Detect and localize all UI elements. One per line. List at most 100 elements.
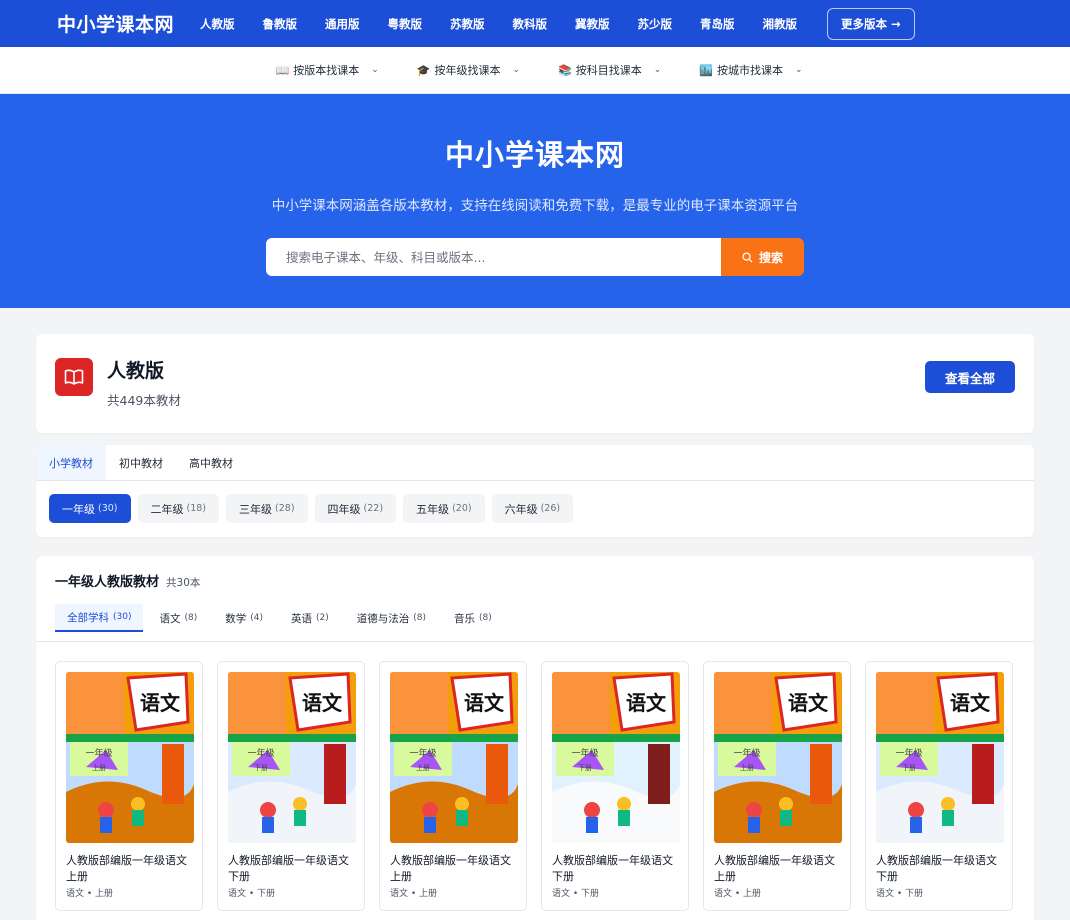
- publisher-name: 人教版: [107, 360, 165, 382]
- book-meta: 语文 • 下册: [876, 889, 924, 899]
- tab-subject[interactable]: 道德与法治 (8): [345, 604, 438, 632]
- sub-nav: 📖 按版本找课本 ⌄ 🎓 按年级找课本 ⌄ 📚 按科目找课本 ⌄ 🏙️ 按城市找…: [0, 47, 1070, 94]
- book-cover[interactable]: 语文 一年级 上册: [390, 672, 518, 843]
- chevron-down-icon: ⌄: [371, 65, 379, 75]
- subject-label: 英语: [290, 612, 312, 625]
- books-header: 一年级人教版教材 共30本: [36, 556, 1034, 590]
- publisher-card: 人教版 共449本教材 查看全部: [36, 334, 1034, 433]
- chevron-down-icon: ⌄: [794, 65, 803, 75]
- search-input[interactable]: [266, 238, 721, 276]
- subnav-by-grade[interactable]: 🎓 按年级找课本 ⌄: [417, 62, 520, 78]
- cover-title-text: 语文: [950, 691, 991, 715]
- search-button[interactable]: 搜索: [721, 238, 804, 276]
- book-grid: 语文 一年级 上册 人教版部编版一年级语文上册 语文 • 上册 语文 一年级 下册 人教…: [36, 642, 1034, 911]
- grade-button[interactable]: 六年级 (26): [491, 494, 574, 523]
- more-versions-button[interactable]: 更多版本 →: [827, 7, 915, 40]
- nav-item[interactable]: 鲁教版: [263, 16, 326, 32]
- books-title: 一年级人教版教材: [55, 575, 160, 590]
- nav-item[interactable]: 通用版: [325, 16, 388, 32]
- publisher-count: 共449本教材: [107, 393, 181, 408]
- cover-grade-text: 一年级: [85, 747, 112, 759]
- subject-tabs: 全部学科 (30) 语文 (8) 数学 (4) 英语 (2) 道德与法治 (8) 音乐 (8…: [36, 590, 1034, 642]
- tab-subject[interactable]: 语文 (8): [147, 604, 209, 632]
- subnav-by-version[interactable]: 📖 按版本找课本 ⌄: [276, 62, 379, 78]
- book-title[interactable]: 人教版部编版一年级语文上册: [66, 853, 192, 885]
- book-card[interactable]: 语文一年级下册 人教版部编版一年级语文下册 语文 • 下册: [541, 661, 689, 911]
- view-all-button[interactable]: 查看全部: [925, 361, 1015, 393]
- book-cover[interactable]: 语文一年级上册: [66, 672, 194, 843]
- nav-item[interactable]: 苏教版: [450, 16, 513, 32]
- grade-button[interactable]: 三年级 (28): [226, 494, 308, 523]
- book-cover[interactable]: 语文 一年级 上册: [714, 672, 842, 843]
- site-logo[interactable]: 中小学课本网: [57, 10, 174, 37]
- book-meta: 语文 • 上册: [390, 889, 438, 899]
- subnav-label: 按年级找课本: [434, 64, 501, 77]
- book-card[interactable]: 语文 一年级 上册 人教版部编版一年级语文上册 语文 • 上册: [55, 661, 203, 911]
- subnav-label: 按科目找课本: [575, 64, 642, 77]
- grade-count: (28): [275, 503, 295, 514]
- books-section: 一年级人教版教材 共30本 全部学科 (30) 语文 (8) 数学 (4) 英语 (2)…: [36, 556, 1034, 920]
- cover-grade-text: 一年级: [247, 747, 274, 759]
- cover-title-text: 语文: [626, 691, 667, 715]
- book-card[interactable]: 语文 一年级 上册 人教版部编版一年级语文上册 语文 • 上册: [379, 661, 527, 911]
- grade-button[interactable]: 一年级 (30): [49, 494, 131, 523]
- book-title[interactable]: 人教版部编版一年级语文下册: [876, 853, 1002, 885]
- book-cover[interactable]: 语文一年级下册: [552, 672, 680, 843]
- search-bar: 搜索: [266, 238, 804, 276]
- nav-item[interactable]: 苏少版: [638, 16, 701, 32]
- book-card[interactable]: 语文 一年级 下册 人教版部编版一年级语文下册 语文 • 下册: [865, 661, 1013, 911]
- book-title[interactable]: 人教版部编版一年级语文上册: [714, 853, 840, 885]
- grade-button[interactable]: 五年级 (20): [403, 494, 485, 523]
- book-card[interactable]: 语文 一年级 下册 人教版部编版一年级语文下册 语文 • 下册: [217, 661, 365, 911]
- cover-title-text: 语文: [140, 691, 181, 715]
- subject-label: 数学: [225, 612, 247, 625]
- nav-item[interactable]: 教科版: [513, 16, 576, 32]
- subject-label: 道德与法治: [356, 612, 410, 625]
- cover-grade-text: 一年级: [571, 747, 598, 759]
- grade-count: (30): [98, 503, 118, 514]
- books-icon: 📚: [558, 63, 572, 77]
- book-title[interactable]: 人教版部编版一年级语文下册: [228, 853, 354, 885]
- nav-item[interactable]: 人教版: [200, 16, 263, 32]
- cover-grade-text: 一年级: [895, 747, 922, 759]
- tab-subject[interactable]: 全部学科 (30): [55, 604, 144, 632]
- subject-count: (8): [478, 613, 492, 623]
- subject-label: 全部学科: [67, 611, 109, 624]
- subject-count: (30): [113, 612, 132, 622]
- subject-label: 语文: [159, 612, 181, 625]
- nav-item[interactable]: 冀教版: [575, 16, 638, 32]
- level-tabs: 小学教材 初中教材 高中教材: [36, 445, 1034, 481]
- subject-count: (4): [250, 613, 263, 623]
- subject-count: (2): [315, 613, 329, 623]
- hero-subtitle: 中小学课本网涵盖各版本教材，支持在线阅读和免费下载，是最专业的电子课本资源平台: [271, 198, 799, 214]
- book-card[interactable]: 语文 一年级 上册 人教版部编版一年级语文上册 语文 • 上册: [703, 661, 851, 911]
- book-open-icon: [55, 358, 93, 396]
- tab-primary[interactable]: 小学教材: [36, 445, 106, 480]
- cover-volume-text: 下册: [578, 764, 592, 772]
- tab-subject[interactable]: 数学 (4): [213, 604, 275, 632]
- tab-subject[interactable]: 音乐 (8): [442, 604, 504, 632]
- cover-title-text: 语文: [788, 691, 829, 715]
- tab-junior[interactable]: 初中教材: [106, 445, 176, 480]
- nav-item[interactable]: 青岛版: [700, 16, 763, 32]
- subnav-by-city[interactable]: 🏙️ 按城市找课本 ⌄: [699, 62, 802, 78]
- book-title[interactable]: 人教版部编版一年级语文下册: [552, 853, 678, 885]
- nav-item[interactable]: 粤教版: [388, 16, 451, 32]
- cover-volume-text: 上册: [740, 763, 754, 772]
- cover-volume-text: 上册: [92, 763, 106, 772]
- hero-title: 中小学课本网: [444, 138, 625, 172]
- tab-senior[interactable]: 高中教材: [176, 445, 246, 480]
- subnav-label: 按版本找课本: [293, 64, 360, 77]
- cover-volume-text: 上册: [416, 763, 430, 772]
- grade-button[interactable]: 二年级 (18): [137, 494, 220, 523]
- subnav-by-subject[interactable]: 📚 按科目找课本 ⌄: [558, 62, 661, 78]
- book-cover[interactable]: 语文 一年级 下册: [228, 672, 356, 843]
- grade-button[interactable]: 四年级 (22): [314, 494, 397, 523]
- grade-label: 一年级: [62, 502, 95, 516]
- nav-item[interactable]: 湘教版: [763, 16, 826, 32]
- grade-label: 六年级: [504, 502, 538, 516]
- book-cover[interactable]: 语文 一年级 下册: [876, 672, 1004, 843]
- tab-subject[interactable]: 英语 (2): [279, 604, 341, 632]
- book-meta: 语文 • 下册: [552, 889, 600, 899]
- book-title[interactable]: 人教版部编版一年级语文上册: [390, 853, 516, 885]
